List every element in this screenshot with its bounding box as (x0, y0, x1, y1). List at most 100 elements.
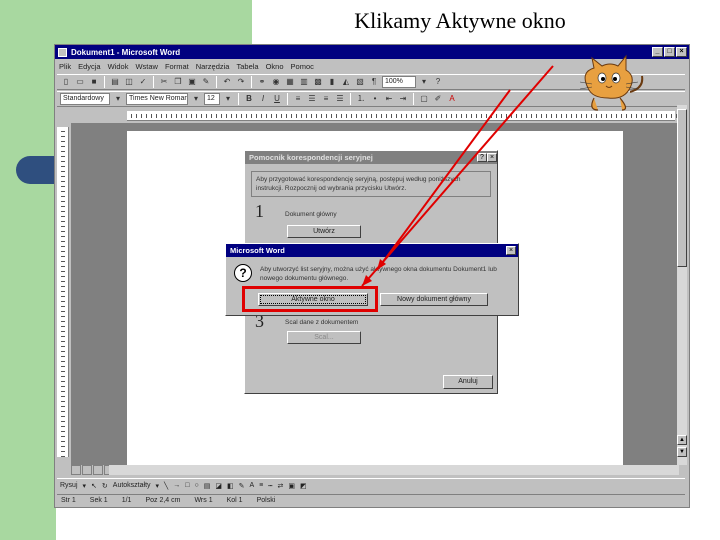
vertical-ruler[interactable] (57, 127, 69, 457)
vertical-scrollbar[interactable]: ▲ ▼ (677, 105, 687, 465)
horizontal-scrollbar[interactable] (109, 465, 679, 475)
menu-edit[interactable]: Edycja (78, 62, 101, 71)
web-toolbar-icon[interactable]: ◉ (270, 76, 282, 88)
increase-indent-icon[interactable]: ⇥ (397, 93, 409, 105)
mail-merge-help-icon[interactable]: ? (477, 153, 487, 162)
menu-table[interactable]: Tabela (236, 62, 258, 71)
line-icon[interactable]: ╲ (164, 482, 168, 490)
maximize-button[interactable]: □ (664, 47, 675, 57)
rotate-icon[interactable]: ↻ (102, 482, 108, 490)
oval-icon[interactable]: ○ (195, 482, 199, 489)
cancel-button[interactable]: Anuluj (443, 375, 493, 389)
web-layout-button[interactable] (82, 465, 92, 475)
numbering-icon[interactable]: ⒈ (355, 93, 367, 105)
font-color-draw-icon[interactable]: A (249, 482, 254, 489)
columns-icon[interactable]: ▮ (326, 76, 338, 88)
font-size-combo[interactable]: 12 (204, 93, 220, 105)
drawing-toolbar: Rysuj ▾ ↖ ↻ Autokształty ▾ ╲ → □ ○ ▤ ◪ ◧… (57, 478, 685, 492)
save-icon[interactable]: ■ (88, 76, 100, 88)
justify-icon[interactable]: ☰ (334, 93, 346, 105)
font-dropdown-icon[interactable]: ▾ (190, 93, 202, 105)
underline-icon[interactable]: U (271, 93, 283, 105)
show-hide-icon[interactable]: ¶ (368, 76, 380, 88)
highlight-icon[interactable]: ✐ (432, 93, 444, 105)
minimize-button[interactable]: _ (652, 47, 663, 57)
align-right-icon[interactable]: ≡ (320, 93, 332, 105)
toolbar-separator (238, 93, 239, 105)
drawing-icon[interactable]: ◭ (340, 76, 352, 88)
ruler-tick (276, 114, 277, 118)
font-combo[interactable]: Times New Roman (126, 93, 188, 105)
print-icon[interactable]: ▤ (109, 76, 121, 88)
3d-icon[interactable]: ◩ (300, 482, 307, 490)
line-color-icon[interactable]: ✎ (239, 482, 245, 490)
arrow-style-icon[interactable]: ⇄ (277, 482, 283, 490)
document-map-icon[interactable]: ▧ (354, 76, 366, 88)
close-button[interactable]: × (676, 47, 687, 57)
autoshapes-menu[interactable]: Autokształty (113, 482, 151, 489)
paste-icon[interactable]: ▣ (186, 76, 198, 88)
ruler-tick (61, 196, 65, 197)
new-document-icon[interactable]: ▯ (60, 76, 72, 88)
align-center-icon[interactable]: ☰ (306, 93, 318, 105)
undo-icon[interactable]: ↶ (221, 76, 233, 88)
open-folder-icon[interactable]: ▭ (74, 76, 86, 88)
draw-dropdown-icon[interactable]: ▾ (83, 482, 87, 490)
insert-table-icon[interactable]: ▥ (298, 76, 310, 88)
help-icon[interactable]: ? (432, 76, 444, 88)
italic-icon[interactable]: I (257, 93, 269, 105)
ruler-tick (61, 211, 65, 212)
format-painter-icon[interactable]: ✎ (200, 76, 212, 88)
zoom-dropdown-icon[interactable]: ▾ (418, 76, 430, 88)
spelling-icon[interactable]: ✓ (137, 76, 149, 88)
fill-color-icon[interactable]: ◧ (227, 482, 234, 490)
font-size-dropdown-icon[interactable]: ▾ (222, 93, 234, 105)
menu-help[interactable]: Pomoc (291, 62, 314, 71)
menu-tools[interactable]: Narzędzia (196, 62, 230, 71)
ruler-tick (201, 114, 202, 118)
msword-close-icon[interactable]: × (506, 246, 516, 255)
style-dropdown-icon[interactable]: ▾ (112, 93, 124, 105)
draw-menu[interactable]: Rysuj (60, 482, 78, 489)
borders-icon[interactable]: ▢ (418, 93, 430, 105)
autoshapes-dropdown-icon[interactable]: ▾ (156, 482, 160, 490)
print-layout-button[interactable] (93, 465, 103, 475)
normal-view-button[interactable] (71, 465, 81, 475)
menu-view[interactable]: Widok (108, 62, 129, 71)
dash-style-icon[interactable]: ┅ (268, 482, 272, 490)
textbox-icon[interactable]: ▤ (204, 482, 211, 490)
mail-merge-close-icon[interactable]: × (487, 153, 497, 162)
copy-icon[interactable]: ❐ (172, 76, 184, 88)
scroll-up-icon[interactable]: ▲ (677, 435, 687, 445)
menu-file[interactable]: Plik (59, 62, 71, 71)
excel-icon[interactable]: ▩ (312, 76, 324, 88)
ruler-tick (421, 114, 422, 118)
bullets-icon[interactable]: • (369, 93, 381, 105)
select-objects-icon[interactable]: ↖ (91, 482, 97, 490)
scrollbar-thumb[interactable] (677, 109, 687, 267)
create-button[interactable]: Utwórz (287, 225, 361, 238)
line-style-icon[interactable]: ≡ (259, 482, 263, 489)
style-combo[interactable]: Standardowy (60, 93, 110, 105)
ruler-tick (281, 114, 282, 118)
shadow-icon[interactable]: ▣ (288, 482, 295, 490)
bold-icon[interactable]: B (243, 93, 255, 105)
align-left-icon[interactable]: ≡ (292, 93, 304, 105)
merge-button[interactable]: Scal... (287, 331, 361, 344)
wordart-icon[interactable]: ◪ (215, 482, 222, 490)
cut-icon[interactable]: ✂ (158, 76, 170, 88)
decrease-indent-icon[interactable]: ⇤ (383, 93, 395, 105)
zoom-combo[interactable]: 100% (382, 76, 416, 88)
redo-icon[interactable]: ↷ (235, 76, 247, 88)
table-icon[interactable]: ▦ (284, 76, 296, 88)
rectangle-icon[interactable]: □ (185, 482, 189, 489)
arrow-tool-icon[interactable]: → (173, 482, 180, 489)
menu-insert[interactable]: Wstaw (135, 62, 158, 71)
menu-format[interactable]: Format (165, 62, 189, 71)
new-main-document-button[interactable]: Nowy dokument główny (380, 293, 488, 306)
font-color-icon[interactable]: A (446, 93, 458, 105)
hyperlink-icon[interactable]: ⚭ (256, 76, 268, 88)
print-preview-icon[interactable]: ◫ (123, 76, 135, 88)
scroll-down-icon[interactable]: ▼ (677, 447, 687, 457)
menu-window[interactable]: Okno (266, 62, 284, 71)
